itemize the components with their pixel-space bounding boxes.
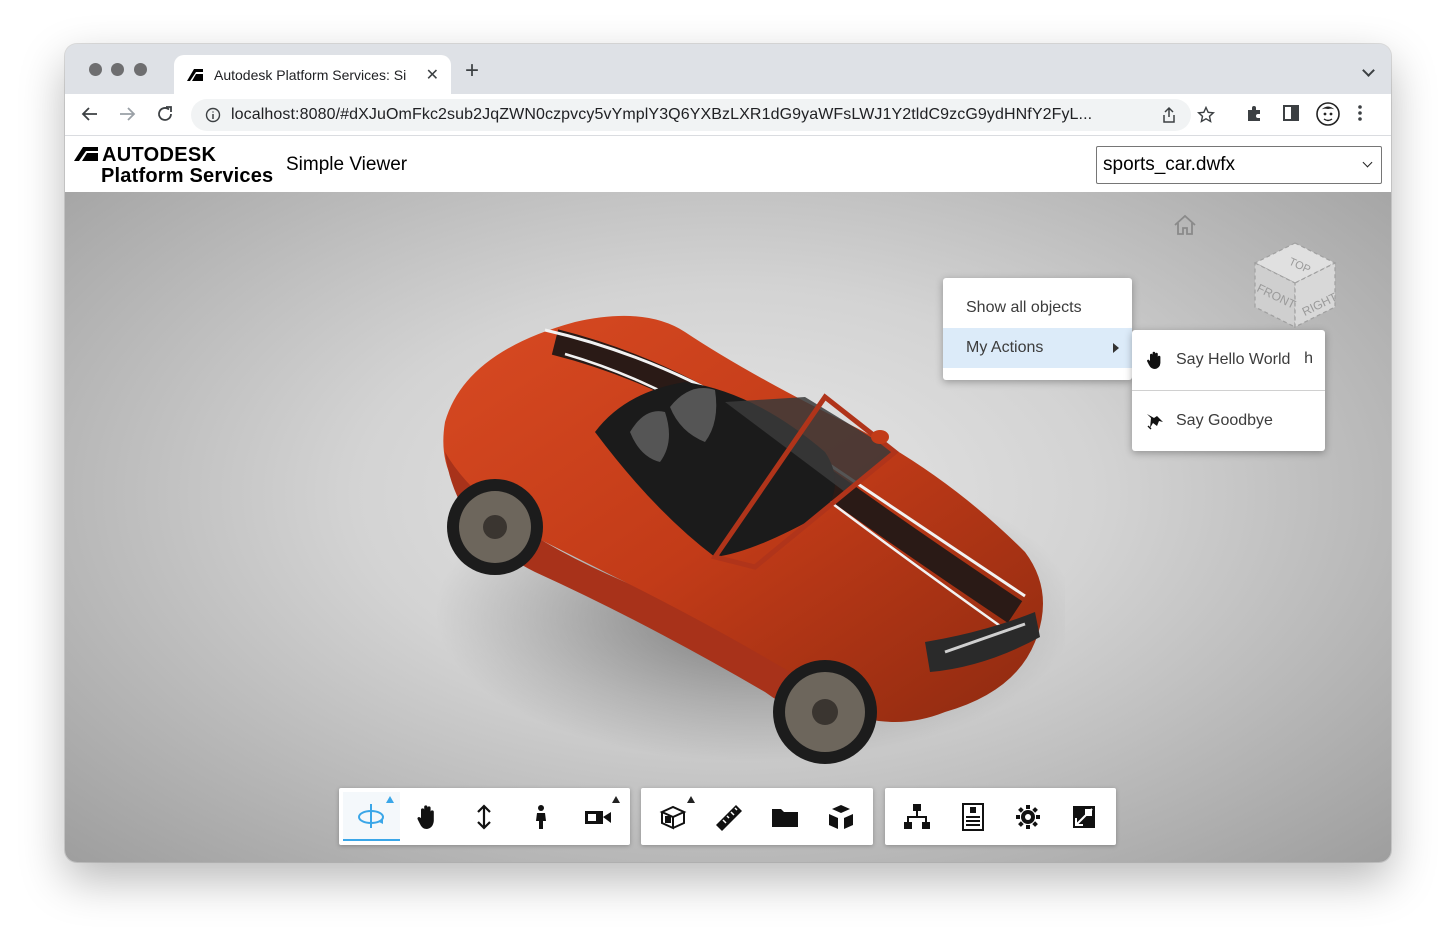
tab-title: Autodesk Platform Services: Si [214,66,407,83]
tool-flyout-indicator-icon [385,796,394,803]
pan-icon [417,804,434,829]
camera-icon [584,810,611,824]
share-icon[interactable] [1161,106,1177,124]
tab-strip: Autodesk Platform Services: Si ✕ + [65,44,1391,94]
app-header: AUTODESK Platform Services Simple Viewer… [65,136,1391,192]
zoom-window-button[interactable] [134,63,147,76]
toolbar-settings-group [885,788,1116,845]
profile-avatar-icon[interactable] [1315,101,1341,127]
tool-flyout-indicator-icon [611,796,620,803]
model-structure-tool-button[interactable] [889,792,945,841]
chevron-down-icon [1362,157,1373,168]
viewer-canvas[interactable]: TOP FRONT RIGHT Show all objects My Acti… [65,192,1391,862]
explode-icon [829,804,853,829]
menu-item-say-hello-world[interactable]: Say Hello World h [1132,330,1325,390]
properties-tool-button[interactable] [945,792,1001,841]
minimize-window-button[interactable] [111,63,124,76]
pan-tool-button[interactable] [400,792,457,841]
back-button[interactable] [79,103,101,125]
autodesk-logo-icon [74,147,98,161]
car-model[interactable] [425,312,1065,772]
forward-arrow-icon [120,107,136,121]
settings-tool-button[interactable] [1001,792,1057,841]
context-menu: Show all objects My Actions [943,278,1132,380]
menu-item-label: Show all objects [966,299,1082,316]
measure-tool-button[interactable] [701,792,757,841]
context-submenu: Say Hello World h Say Goodbye [1132,330,1325,451]
brand-subtitle: Platform Services [101,165,274,187]
site-info-icon[interactable] [205,107,221,123]
reload-button[interactable] [154,103,176,125]
tool-flyout-indicator-icon [687,796,695,803]
back-arrow-icon [81,107,97,121]
tab-search-chevron-icon[interactable] [1362,64,1375,77]
page-title: Simple Viewer [286,154,408,175]
model-select[interactable]: sports_car.dwfx [1096,146,1382,184]
extensions-puzzle-icon[interactable] [1245,104,1263,122]
home-icon[interactable] [1172,214,1198,236]
close-window-button[interactable] [89,63,102,76]
section-tool-button[interactable] [645,792,701,841]
toolbar-modeling-group [641,788,873,845]
model-select-value: sports_car.dwfx [1103,154,1235,175]
wave-icon [1145,411,1165,431]
browser-tab[interactable]: Autodesk Platform Services: Si ✕ [174,55,451,94]
fullscreen-icon [1073,805,1096,828]
first-person-icon [536,804,547,829]
hand-icon [1145,350,1165,370]
side-panel-icon[interactable] [1282,104,1300,122]
zoom-tool-button[interactable] [456,792,513,841]
menu-item-label: Say Hello World [1176,351,1291,368]
properties-icon [961,802,984,831]
menu-item-label: Say Goodbye [1176,411,1273,429]
browser-window: Autodesk Platform Services: Si ✕ + local… [65,44,1391,862]
section-icon [659,805,687,830]
new-tab-button[interactable]: + [465,59,479,83]
submenu-arrow-icon [1113,343,1119,353]
measure-icon [716,804,742,831]
toolbar-navigation-group [339,788,630,845]
close-tab-icon[interactable]: ✕ [426,65,439,85]
orbit-tool-button[interactable] [343,792,400,841]
structure-icon [903,803,930,829]
model-browser-tool-button[interactable] [757,792,813,841]
browser-toolbar: localhost:8080/#dXJuOmFkc2sub2JqZWN0czpv… [65,94,1391,136]
menu-item-label: My Actions [966,339,1044,356]
orbit-icon [358,803,385,828]
browser-menu-icon[interactable] [1357,104,1363,122]
menu-item-show-all-objects[interactable]: Show all objects [943,288,1132,328]
zoom-icon [477,803,492,830]
address-bar[interactable]: localhost:8080/#dXJuOmFkc2sub2JqZWN0czpv… [191,99,1215,131]
url-text: localhost:8080/#dXJuOmFkc2sub2JqZWN0czpv… [231,106,1093,123]
explode-tool-button[interactable] [813,792,869,841]
settings-icon [1016,804,1041,829]
brand-name: AUTODESK [102,144,217,166]
viewcube[interactable]: TOP FRONT RIGHT [1249,239,1341,331]
menu-item-my-actions[interactable]: My Actions [943,328,1132,368]
camera-tool-button[interactable] [569,792,626,841]
reload-icon [158,106,172,121]
bookmark-star-icon[interactable] [1197,106,1215,124]
shortcut-hint: h [1304,350,1313,367]
model-browser-icon [772,808,798,827]
first-person-tool-button[interactable] [513,792,570,841]
forward-button[interactable] [116,103,138,125]
fullscreen-tool-button[interactable] [1056,792,1112,841]
autodesk-favicon-icon [187,68,203,81]
menu-item-say-goodbye[interactable]: Say Goodbye [1132,390,1325,450]
